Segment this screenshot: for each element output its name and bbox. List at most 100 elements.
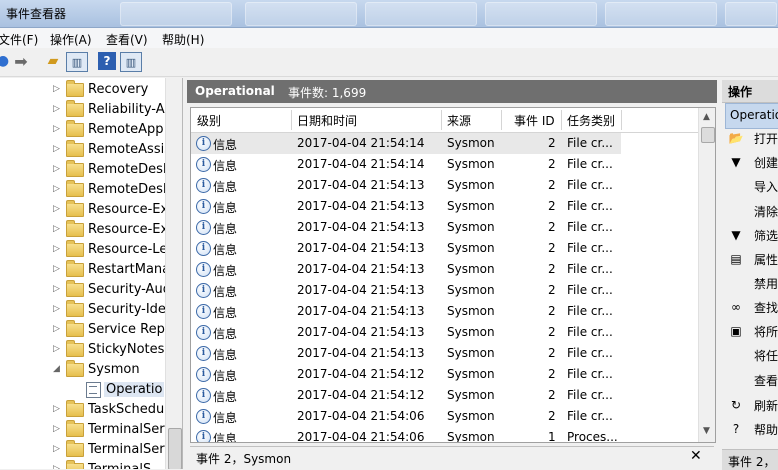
expand-arrow-icon[interactable]: ▷ (53, 444, 60, 454)
expand-arrow-icon[interactable]: ◢ (53, 364, 60, 374)
column-task-category[interactable]: 任务类别 (567, 112, 615, 129)
action-item[interactable]: ▤ 属性 (722, 249, 778, 269)
tree-item[interactable]: ▷ RemoteDeskt (0, 160, 176, 180)
action-item[interactable]: ▣ 将所 (722, 321, 778, 341)
action-item[interactable]: 导入 (722, 176, 778, 196)
table-row[interactable]: i 信息 2017-04-04 21:54:14 Sysmon 2 File cr... (191, 133, 621, 154)
tree-scrollbar[interactable] (165, 78, 182, 469)
table-row[interactable]: i 信息 2017-04-04 21:54:13 Sysmon 2 File cr... (191, 196, 621, 217)
tree-item[interactable]: ▷ TaskSchedule (0, 400, 176, 420)
tree-item[interactable]: ▷ StickyNotes (0, 340, 165, 360)
action-item[interactable]: ▼ 创建 (722, 152, 778, 172)
scroll-thumb[interactable] (701, 127, 715, 143)
expand-arrow-icon[interactable]: ▷ (53, 124, 60, 134)
tree-item[interactable]: ▷ Security-Iden (0, 300, 174, 320)
action-item[interactable]: 查看 (722, 370, 778, 390)
expand-arrow-icon[interactable]: ▷ (53, 144, 60, 154)
tree-item[interactable]: ▷ RemoteDeskt (0, 180, 176, 200)
action-item[interactable]: ▼ 筛选 (722, 225, 778, 245)
info-icon: i (196, 304, 211, 319)
action-item[interactable]: ? 帮助 (722, 419, 778, 439)
tree-item[interactable]: ▷ TerminalS (0, 460, 165, 469)
table-row[interactable]: i 信息 2017-04-04 21:54:06 Sysmon 2 File cr... (191, 406, 621, 427)
tree-item[interactable]: ▷ RestartManag (0, 260, 178, 280)
table-row[interactable]: i 信息 2017-04-04 21:54:06 Sysmon 1 Proces... (191, 427, 621, 442)
up-folder-icon[interactable]: ▰ (44, 52, 62, 70)
action-item[interactable]: 将任 (722, 345, 778, 365)
tree-item[interactable]: ▷ Resource-Lea (0, 240, 175, 260)
table-row[interactable]: i 信息 2017-04-04 21:54:13 Sysmon 2 File cr... (191, 301, 621, 322)
column-level[interactable]: 级别 (197, 112, 221, 129)
expand-arrow-icon[interactable]: ▷ (53, 464, 60, 469)
table-row[interactable]: i 信息 2017-04-04 21:54:12 Sysmon 2 File cr... (191, 385, 621, 406)
actions-event-section[interactable]: 事件 2， (722, 449, 778, 470)
back-icon[interactable]: ● (0, 52, 12, 70)
table-row[interactable]: i 信息 2017-04-04 21:54:13 Sysmon 2 File cr... (191, 280, 621, 301)
tree-item[interactable]: ▷ RemoteAssist (0, 140, 176, 160)
grid-header: 级别 日期和时间 来源 事件 ID 任务类别 (191, 108, 699, 133)
expand-arrow-icon[interactable]: ▷ (53, 244, 60, 254)
help-icon[interactable]: ? (98, 52, 116, 70)
action-item[interactable]: ∞ 查找 (722, 297, 778, 317)
expand-arrow-icon[interactable]: ▷ (53, 104, 60, 114)
column-datetime[interactable]: 日期和时间 (297, 112, 357, 129)
column-source[interactable]: 来源 (447, 112, 471, 129)
tree-item[interactable]: ▷ RemoteApp a (0, 120, 176, 140)
scroll-down-icon[interactable]: ▼ (703, 426, 710, 436)
tree-item[interactable]: ▷ Security-Audi (0, 280, 175, 300)
grid-scrollbar[interactable]: ▲ ▼ (698, 108, 715, 442)
expand-arrow-icon[interactable]: ▷ (53, 304, 60, 314)
expand-arrow-icon[interactable]: ▷ (53, 284, 60, 294)
action-item[interactable]: 清除 (722, 201, 778, 221)
action-item[interactable]: 📂 打开 (722, 128, 778, 148)
event-detail-header: 事件 2，Sysmon ✕ (190, 446, 714, 470)
action-item[interactable]: 禁用 (722, 273, 778, 293)
expand-arrow-icon[interactable]: ▷ (53, 324, 60, 334)
expand-arrow-icon[interactable]: ▷ (53, 84, 60, 94)
show-action-pane-icon[interactable]: ▥ (120, 52, 142, 72)
show-tree-icon[interactable]: ▥ (66, 52, 88, 72)
scroll-up-icon[interactable]: ▲ (703, 112, 710, 122)
expand-arrow-icon[interactable]: ▷ (53, 264, 60, 274)
menu-action[interactable]: 操作(A) (50, 31, 92, 48)
tree-item[interactable]: ◢ Sysmon (0, 360, 165, 380)
tree-item-label: Service Repo (88, 322, 173, 337)
menu-help[interactable]: 帮助(H) (162, 31, 204, 48)
column-event-id[interactable]: 事件 ID (514, 112, 555, 129)
menu-view[interactable]: 查看(V) (106, 31, 148, 48)
table-row[interactable]: i 信息 2017-04-04 21:54:13 Sysmon 2 File cr... (191, 259, 621, 280)
table-row[interactable]: i 信息 2017-04-04 21:54:14 Sysmon 2 File cr... (191, 154, 621, 175)
expand-arrow-icon[interactable]: ▷ (53, 224, 60, 234)
scroll-thumb[interactable] (168, 428, 182, 469)
tree-item[interactable]: ▷ TerminalServ (0, 420, 172, 440)
table-row[interactable]: i 信息 2017-04-04 21:54:13 Sysmon 2 File cr... (191, 238, 621, 259)
tree-item[interactable]: Operatio (0, 380, 165, 400)
tree-item[interactable]: ▷ Resource-Exh (0, 200, 176, 220)
log-name: Operational (195, 84, 275, 98)
forward-icon[interactable]: ➡ (12, 52, 30, 71)
tree-item[interactable]: ▷ Reliability-An (0, 100, 173, 120)
expand-arrow-icon[interactable]: ▷ (53, 404, 60, 414)
tree-item[interactable]: ▷ Service Repo (0, 320, 173, 340)
table-row[interactable]: i 信息 2017-04-04 21:54:12 Sysmon 2 File cr... (191, 364, 621, 385)
table-row[interactable]: i 信息 2017-04-04 21:54:13 Sysmon 2 File cr... (191, 217, 621, 238)
tree-item[interactable]: ▷ Recovery (0, 80, 165, 100)
expand-arrow-icon[interactable]: ▷ (53, 184, 60, 194)
table-row[interactable]: i 信息 2017-04-04 21:54:13 Sysmon 2 File cr... (191, 343, 621, 364)
expand-arrow-icon[interactable]: ▷ (53, 204, 60, 214)
actions-section[interactable]: Operatio (725, 103, 778, 129)
expand-arrow-icon[interactable]: ▷ (53, 164, 60, 174)
tree-item[interactable]: ▷ Resource-Exh (0, 220, 176, 240)
folder-icon (66, 360, 84, 377)
table-row[interactable]: i 信息 2017-04-04 21:54:13 Sysmon 2 File cr... (191, 322, 621, 343)
table-row[interactable]: i 信息 2017-04-04 21:54:13 Sysmon 2 File cr... (191, 175, 621, 196)
menu-file[interactable]: 文件(F) (0, 31, 38, 48)
cell-source: Sysmon (447, 220, 495, 234)
info-icon: i (196, 430, 211, 442)
expand-arrow-icon[interactable]: ▷ (53, 344, 60, 354)
action-item[interactable]: ↻ 刷新 (722, 395, 778, 415)
tree-item[interactable]: ▷ TerminalServ (0, 440, 172, 460)
properties-icon: ▤ (730, 252, 742, 266)
close-icon[interactable]: ✕ (690, 448, 702, 464)
expand-arrow-icon[interactable]: ▷ (53, 424, 60, 434)
